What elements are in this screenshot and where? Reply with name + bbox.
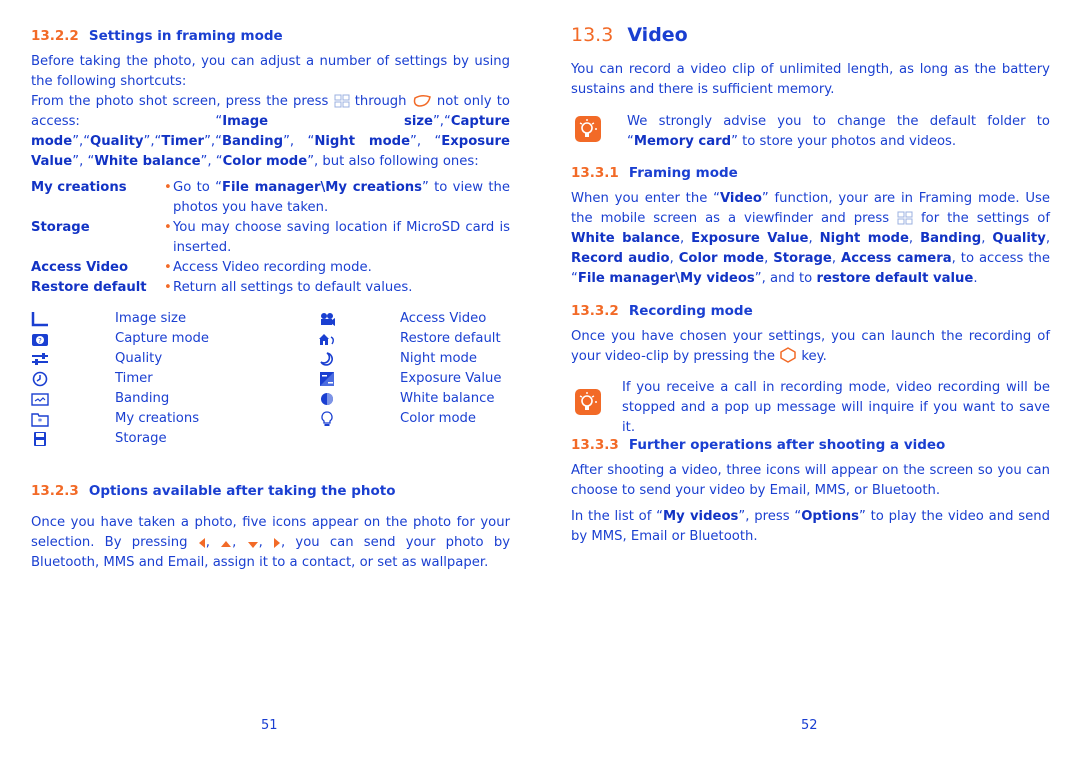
icon-label: My creations (115, 411, 200, 426)
section-13-3-3-heading: 13.3.3 Further operations after shooting … (571, 435, 945, 455)
color-mode-icon (318, 409, 336, 429)
my-creations-icon: * (31, 409, 49, 429)
definition-row: Restore default • Return all settings to… (31, 278, 510, 298)
bullet: • (164, 260, 172, 275)
storage-icon (31, 429, 49, 449)
section-title: Framing mode (628, 165, 738, 181)
icon-label: Exposure Value (400, 371, 502, 386)
icon-label: White balance (400, 391, 495, 406)
white-balance-icon (318, 389, 336, 409)
section-13-2-2-heading: 13.2.2 Settings in framing mode (31, 26, 283, 46)
video-intro: You can record a video clip of unlimited… (571, 62, 1050, 97)
definition-term: Storage (31, 220, 90, 235)
exposure-value-icon (318, 369, 336, 389)
photo-options-text: Once you have taken a photo, five icons … (31, 515, 511, 570)
section-13-2-3-heading: 13.2.3 Options available after taking the… (31, 481, 396, 501)
definition-term: My creations (31, 180, 127, 195)
tip-text: We strongly advise you to change the def… (627, 114, 1050, 149)
intro-text: From the photo shot screen, press the pr… (31, 94, 329, 109)
definition-desc: Access Video recording mode. (173, 260, 372, 275)
definition-desc: You may choose saving location if MicroS… (173, 220, 510, 255)
bullet: • (164, 280, 172, 295)
svg-text:?: ? (38, 337, 42, 345)
menu-key-icon (334, 94, 350, 108)
icon-label: Access Video (400, 311, 487, 326)
menu-key-icon (897, 211, 913, 225)
further-operations-text: After shooting a video, three icons will… (571, 463, 1050, 498)
definition-term: Access Video (31, 260, 129, 275)
definition-row: Storage • You may choose saving location… (31, 218, 510, 258)
icon-label: Image size (115, 311, 187, 326)
page-number: 51 (261, 718, 278, 733)
nav-up-icon (221, 541, 232, 547)
section-title: Options available after taking the photo (88, 483, 396, 499)
section-title: Further operations after shooting a vide… (628, 437, 946, 453)
definition-desc: Go to “File manager\My creations” to vie… (173, 180, 510, 215)
section-number: 13.3.1 (571, 165, 619, 181)
definition-term: Restore default (31, 280, 147, 295)
tip-icon (575, 389, 601, 415)
banding-icon (31, 389, 49, 409)
icon-label: Quality (115, 351, 163, 366)
intro-text: through (354, 94, 407, 109)
record-key-icon (780, 347, 796, 363)
section-13-3-1-heading: 13.3.1 Framing mode (571, 163, 738, 183)
night-mode-icon (318, 349, 336, 369)
definition-row: My creations • Go to “File manager\My cr… (31, 178, 510, 218)
icon-label: Capture mode (115, 331, 210, 346)
definition-row: Access Video • Access Video recording mo… (31, 258, 510, 278)
section-number: 13.3.3 (571, 437, 619, 453)
bullet: • (164, 180, 172, 195)
nav-left-icon (198, 538, 205, 548)
section-number: 13.2.2 (31, 28, 79, 44)
section-13-3-heading: 13.3 Video (571, 25, 688, 45)
definition-desc: Return all settings to default values. (173, 280, 413, 295)
nav-right-icon (274, 538, 281, 548)
icon-label: Restore default (400, 331, 501, 346)
framing-intro: Before taking the photo, you can adjust … (31, 52, 510, 172)
definition-list: My creations • Go to “File manager\My cr… (31, 178, 510, 298)
section-title: Recording mode (628, 303, 753, 319)
icon-label: Night mode (400, 351, 478, 366)
section-number: 13.3.2 (571, 303, 619, 319)
timer-icon (31, 369, 49, 389)
section-title: Video (627, 24, 688, 46)
access-video-icon (318, 309, 336, 329)
icon-label: Storage (115, 431, 167, 446)
section-number: 13.3 (571, 24, 614, 46)
framing-mode-text: When you enter the “Video” function, you… (571, 191, 1051, 286)
tip-icon (575, 116, 601, 142)
section-13-3-2-heading: 13.3.2 Recording mode (571, 301, 753, 321)
intro-text: but also following ones: (322, 154, 479, 169)
restore-default-icon (318, 329, 336, 349)
icon-label: Banding (115, 391, 170, 406)
recording-mode-text: Once you have chosen your settings, you … (571, 329, 1050, 364)
section-number: 13.2.3 (31, 483, 79, 499)
quality-icon (31, 349, 49, 369)
tip-text: If you receive a call in recording mode,… (622, 380, 1050, 435)
bullet: • (164, 220, 172, 235)
svg-text:*: * (38, 418, 43, 428)
intro-text: Before taking the photo, you can adjust … (31, 54, 510, 89)
capture-mode-icon: ? (31, 329, 49, 349)
image-size-icon (31, 309, 49, 329)
section-title: Settings in framing mode (88, 28, 283, 44)
nav-down-icon (247, 542, 258, 548)
icon-label: Color mode (400, 411, 477, 426)
softkey-icon (413, 94, 431, 107)
page-number: 52 (801, 718, 818, 733)
my-videos-text: In the list of “My videos”, press “Optio… (571, 509, 1050, 544)
icon-label: Timer (115, 371, 153, 386)
